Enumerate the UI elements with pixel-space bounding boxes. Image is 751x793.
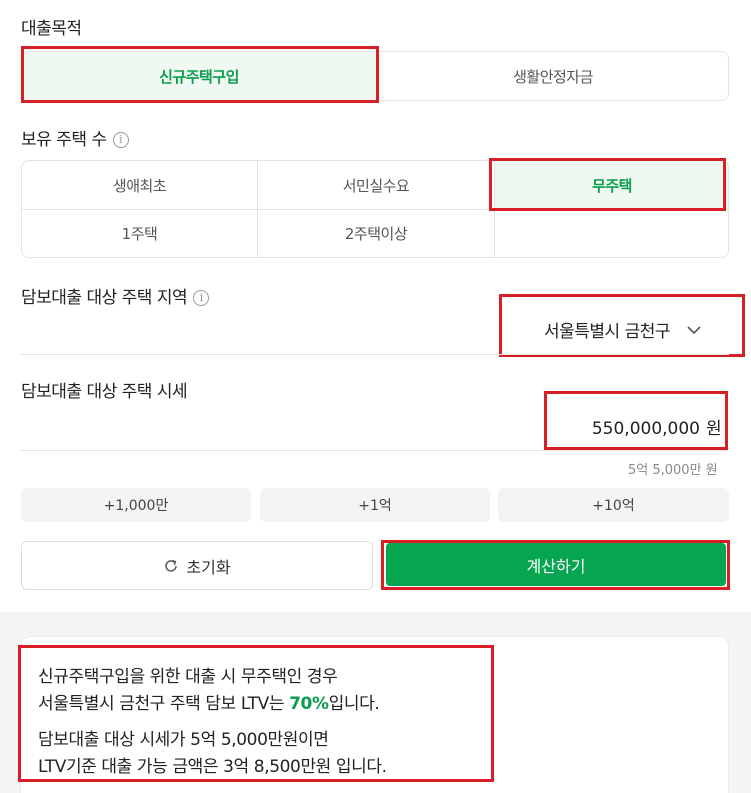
reset-button-label: 초기화 [186,557,231,577]
region-underline [21,354,729,355]
grid-divider [22,209,728,210]
info-icon[interactable]: i [193,290,210,306]
quick-add-10m-button[interactable]: +1,000만 [21,488,251,522]
house-option-no-house[interactable]: 무주택 [495,161,728,209]
price-label: 담보대출 대상 주택 시세 [21,382,188,402]
chevron-down-icon [687,325,701,334]
purpose-option-new-house[interactable]: 신규주택구입 [22,52,376,100]
house-option-one-house[interactable]: 1주택 [22,210,257,257]
result-line-4: LTV기준 대출 가능 금액은 3억 8,500만원 입니다. [38,757,387,777]
refresh-icon [165,559,178,572]
region-select-value: 서울특별시 금천구 [544,322,671,342]
quick-add-100m-button[interactable]: +1억 [260,488,490,522]
result-line-2-text: 서울특별시 금천구 주택 담보 LTV는 [38,694,290,714]
house-option-two-plus[interactable]: 2주택이상 [258,210,494,257]
region-select[interactable]: 서울특별시 금천구 [544,317,702,342]
loan-purpose-label: 대출목적 [21,19,82,39]
ltv-value: 70% [289,694,329,714]
result-line-3: 담보대출 대상 시세가 5억 5,000만원이면 [38,730,329,750]
region-label-text: 담보대출 대상 주택 지역 [21,288,188,308]
house-option-low-income[interactable]: 서민실수요 [258,161,494,209]
result-line-2: 서울특별시 금천구 주택 담보 LTV는 70%입니다. [38,689,380,714]
house-option-first-time[interactable]: 생애최초 [22,161,257,209]
calculate-button[interactable]: 계산하기 [386,543,726,586]
price-input[interactable] [500,419,700,439]
house-count-label-text: 보유 주택 수 [21,130,107,150]
info-icon[interactable]: i [112,132,129,148]
region-label: 담보대출 대상 주택 지역 i [21,283,210,308]
loan-purpose-segment: 신규주택구입 생활안정자금 [21,51,729,101]
reset-button[interactable]: 초기화 [21,541,373,590]
house-count-grid: 생애최초 서민실수요 무주택 1주택 2주택이상 [21,160,729,258]
result-line-1: 신규주택구입을 위한 대출 시 무주택인 경우 [38,667,338,687]
price-unit: 원 [706,419,722,439]
purpose-option-living-fund[interactable]: 생활안정자금 [377,52,728,100]
result-line-2-suffix: 입니다. [328,694,380,714]
quick-add-1b-button[interactable]: +10억 [498,488,729,522]
house-count-label: 보유 주택 수 i [21,125,129,150]
price-underline [21,450,729,451]
price-input-row: 원 [500,414,722,439]
price-helper-text: 5억 5,000만 원 [628,463,718,478]
